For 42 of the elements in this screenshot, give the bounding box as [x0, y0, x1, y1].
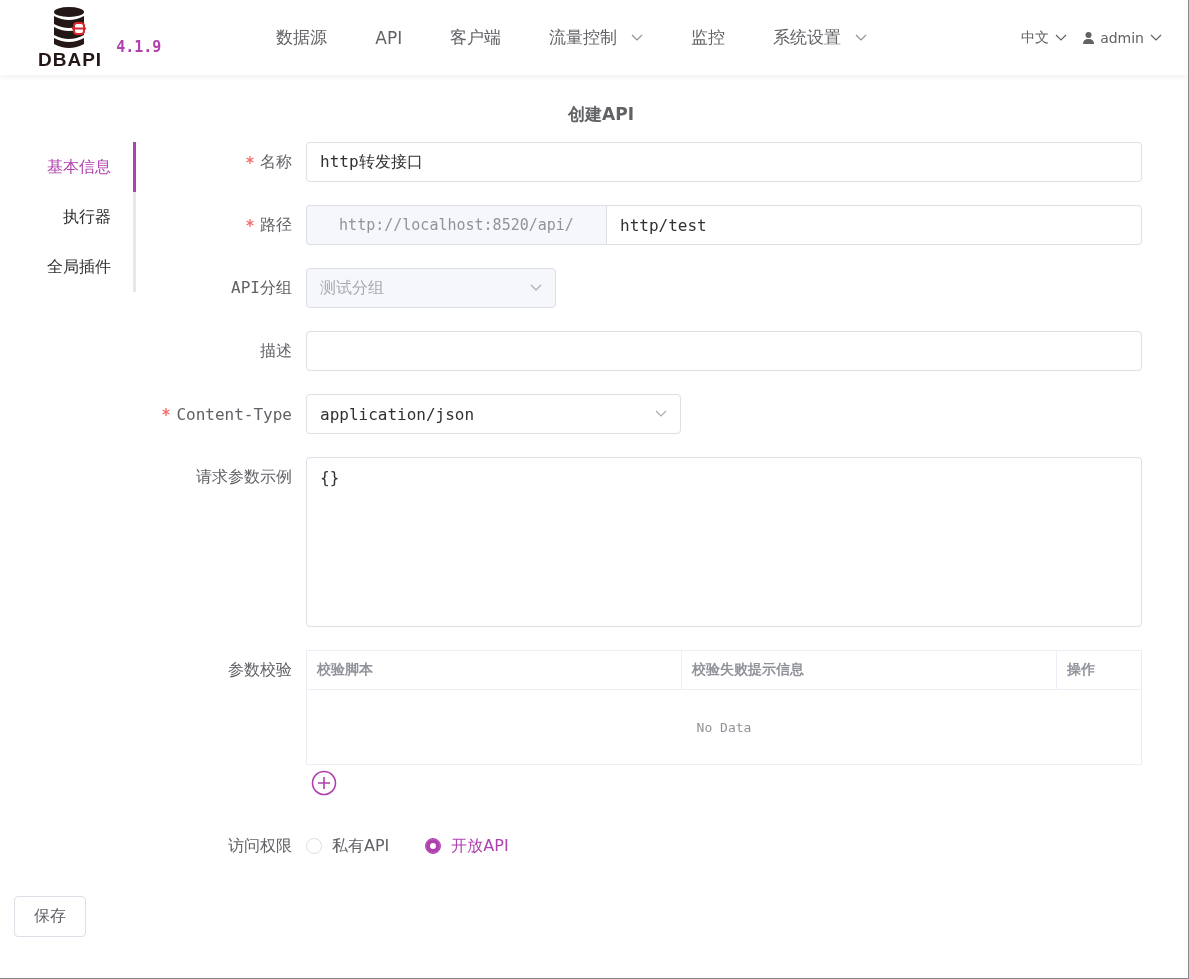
- add-circle-icon[interactable]: [311, 770, 337, 796]
- field-label: 名称: [260, 151, 292, 173]
- chevron-down-icon: [530, 284, 542, 292]
- database-icon: [52, 5, 89, 50]
- column-header: 操作: [1066, 660, 1096, 679]
- radio-option[interactable]: 开放API: [425, 835, 509, 857]
- column-header: 校验失败提示信息: [682, 651, 1057, 689]
- nav-menu-item[interactable]: 数据源: [276, 26, 352, 49]
- column-header: 校验脚本: [307, 651, 682, 689]
- nav-menu-item[interactable]: 流量控制: [525, 26, 668, 49]
- side-tab[interactable]: 执行器: [14, 192, 136, 242]
- nav-menu-item[interactable]: 监控: [667, 26, 750, 49]
- empty-text: No Data: [696, 719, 752, 735]
- text-input-field[interactable]: http转发接口: [306, 142, 1142, 182]
- field-label: 描述: [260, 340, 292, 362]
- url-prefix: http://localhost:8520/api/: [306, 205, 606, 245]
- field-label: 路径: [260, 214, 292, 236]
- page-title: 创建API: [567, 103, 635, 126]
- field-label: 访问权限: [227, 835, 293, 857]
- user-icon: [1083, 31, 1095, 44]
- textarea-field[interactable]: {}: [306, 457, 1142, 627]
- user-menu[interactable]: admin: [1083, 28, 1162, 47]
- nav-menu-item[interactable]: 系统设置: [749, 26, 892, 49]
- text-input-field[interactable]: [306, 331, 1142, 371]
- nav-menu-item[interactable]: 客户端: [426, 26, 526, 49]
- chevron-down-icon: [655, 410, 667, 418]
- field-label: API分组: [231, 277, 292, 299]
- select-field[interactable]: application/json: [306, 394, 681, 434]
- chevron-down-icon: [1055, 33, 1068, 42]
- language-menu[interactable]: 中文: [1021, 28, 1068, 47]
- field-label: 参数校验: [227, 659, 293, 681]
- nav-menu-item[interactable]: API: [351, 26, 427, 49]
- field-label: 请求参数示例: [196, 467, 292, 488]
- radio-option[interactable]: 私有API: [306, 835, 390, 857]
- path-input-field[interactable]: http/test: [606, 205, 1142, 245]
- chevron-down-icon: [1150, 33, 1162, 42]
- side-tab[interactable]: 全局插件: [14, 242, 136, 292]
- field-label: Content-Type: [176, 404, 292, 424]
- side-tab[interactable]: 基本信息: [14, 142, 136, 192]
- version-label: 4.1.9: [116, 37, 162, 56]
- dbapi-logo: DBAPI: [38, 5, 103, 70]
- save-button[interactable]: 保存: [14, 896, 86, 937]
